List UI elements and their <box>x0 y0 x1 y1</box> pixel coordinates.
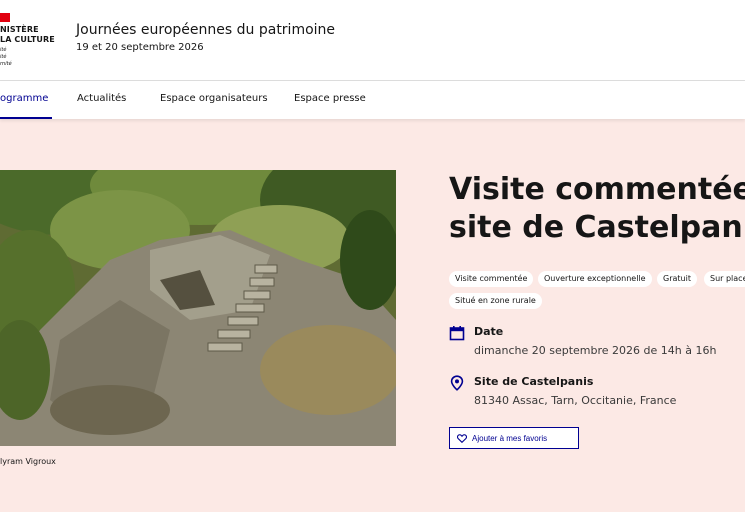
site-subtitle: 19 et 20 septembre 2026 <box>76 42 204 53</box>
event-title: Visite commentée site de Castelpanis <box>449 172 745 245</box>
tag-sur-place: Sur place <box>704 271 745 287</box>
heart-icon <box>457 433 467 443</box>
republic-motto: ité ité rnité <box>0 47 12 67</box>
date-value: dimanche 20 septembre 2026 de 14h à 16h <box>474 344 717 357</box>
location-address: 81340 Assac, Tarn, Occitanie, France <box>474 394 677 407</box>
nav-item-espace-organisateurs[interactable]: Espace organisateurs <box>160 93 268 104</box>
nav-item-espace-presse[interactable]: Espace presse <box>294 93 366 104</box>
tag-zone-rurale: Situé en zone rurale <box>449 293 542 309</box>
site-header: NISTÈRE LA CULTURE ité ité rnité Journée… <box>0 0 745 81</box>
event-hero: lyram Vigroux Visite commentée site de C… <box>0 119 745 512</box>
site-title[interactable]: Journées européennes du patrimoine <box>76 22 335 38</box>
nav-item-programme[interactable]: ogramme <box>0 93 48 104</box>
photo-credit: lyram Vigroux <box>0 457 56 466</box>
map-pin-icon <box>450 375 464 391</box>
nav-active-indicator <box>0 117 52 119</box>
ministry-logo-line-2: LA CULTURE <box>0 35 55 44</box>
tag-gratuit: Gratuit <box>657 271 697 287</box>
rock-stairs-photo-illustration <box>0 170 396 446</box>
calendar-icon <box>449 326 465 341</box>
ministry-logo-line-1: NISTÈRE <box>0 25 39 34</box>
date-label: Date <box>474 325 504 338</box>
page-bottom-area <box>0 512 745 530</box>
main-navigation: ogramme Actualités Espace organisateurs … <box>0 81 745 119</box>
tag-ouverture-exceptionnelle: Ouverture exceptionnelle <box>538 271 652 287</box>
republic-flag-logo <box>0 13 10 22</box>
nav-item-actualites[interactable]: Actualités <box>77 93 126 104</box>
add-to-favorites-label: Ajouter à mes favoris <box>472 433 548 443</box>
event-photo <box>0 170 396 446</box>
location-label: Site de Castelpanis <box>474 375 594 388</box>
tag-visite-commentee: Visite commentée <box>449 271 534 287</box>
add-to-favorites-button[interactable]: Ajouter à mes favoris <box>449 427 579 449</box>
